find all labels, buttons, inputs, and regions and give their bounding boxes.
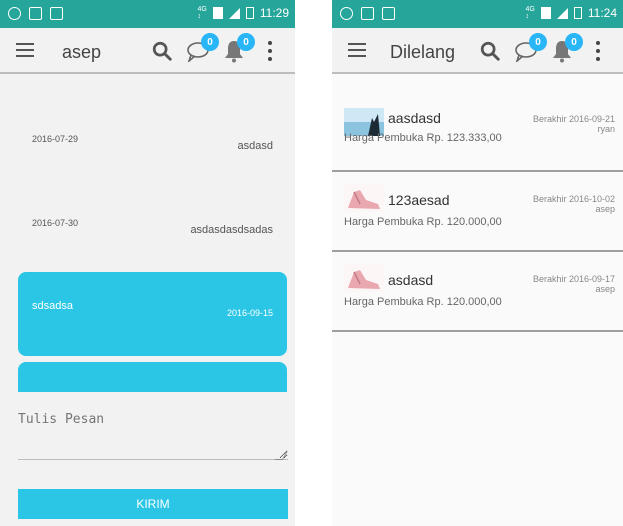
menu-icon[interactable] — [16, 43, 34, 57]
message-date: 2016-09-15 — [226, 308, 273, 318]
item-seller: asep — [595, 204, 615, 214]
message-text: asdasdasdsadas — [190, 224, 273, 236]
message-text: asdasd — [237, 140, 273, 152]
app-bar: Dilelang 0 0 — [332, 28, 623, 74]
page-title: Dilelang — [390, 42, 456, 62]
message-date: 2016-07-30 — [32, 218, 79, 228]
send-button[interactable]: KIRIM — [18, 489, 288, 519]
item-price: Harga Pembuka Rp. 120.000,00 — [344, 296, 502, 308]
compose-area: KIRIM — [0, 392, 295, 526]
notification-badge: 0 — [565, 33, 583, 51]
message-input[interactable] — [18, 412, 288, 460]
chat-badge: 0 — [201, 33, 219, 51]
app-notification-icon — [29, 7, 42, 20]
app-bar: asep 0 0 — [0, 28, 295, 74]
sim-icon — [540, 7, 551, 19]
more-button[interactable] — [255, 35, 285, 67]
status-time: 11:24 — [587, 6, 617, 20]
status-time: 11:29 — [259, 6, 289, 20]
image-notification-icon — [382, 7, 395, 20]
item-end-date: Berakhir 2016-10-02 asep — [533, 194, 615, 214]
message-item-mine: sdsadsa 2016-09-15 — [18, 272, 287, 356]
item-thumbnail-shoe — [344, 264, 384, 292]
auction-list: aasdasd Harga Pembuka Rp. 123.333,00 Ber… — [332, 76, 623, 332]
signal-icon — [228, 7, 240, 19]
message-text: sdsadsa — [32, 300, 73, 312]
battery-icon — [245, 7, 254, 19]
whatsapp-icon — [8, 7, 21, 20]
list-item[interactable]: aasdasd Harga Pembuka Rp. 123.333,00 Ber… — [332, 76, 623, 172]
image-notification-icon — [50, 7, 63, 20]
item-thumbnail-shoe — [344, 184, 384, 212]
more-button[interactable] — [583, 35, 613, 67]
chat-button[interactable]: 0 — [183, 33, 219, 67]
message-item-mine-partial — [18, 362, 287, 392]
item-end-date: Berakhir 2016-09-17 asep — [533, 274, 615, 294]
chat-badge: 0 — [529, 33, 547, 51]
list-item[interactable]: 123aesad Harga Pembuka Rp. 120.000,00 Be… — [332, 172, 623, 252]
more-vert-icon — [595, 41, 601, 61]
signal-icon — [556, 7, 568, 19]
auction-list-screen: 4G ↕ 11:24 Dilelang 0 0 aasdasd Harga Pe… — [332, 0, 623, 526]
sim-icon — [212, 7, 223, 19]
item-price: Harga Pembuka Rp. 123.333,00 — [344, 132, 502, 144]
search-icon — [480, 41, 500, 61]
search-button[interactable] — [147, 35, 177, 67]
item-end-label: Berakhir 2016-09-21 — [532, 114, 615, 124]
notification-button[interactable]: 0 — [547, 33, 583, 67]
more-vert-icon — [267, 41, 273, 61]
item-end-label: Berakhir 2016-09-17 — [532, 274, 615, 284]
message-item: 2016-07-30 asdasdasdsadas — [18, 210, 287, 250]
app-notification-icon — [361, 7, 374, 20]
search-button[interactable] — [475, 35, 505, 67]
lte-icon: 4G ↕ — [197, 6, 207, 20]
message-date: 2016-07-29 — [32, 134, 79, 144]
item-seller: asep — [595, 284, 615, 294]
item-end-date: Berakhir 2016-09-21 ryan — [533, 114, 615, 134]
chat-button[interactable]: 0 — [511, 33, 547, 67]
search-icon — [152, 41, 172, 61]
item-name: 123aesad — [388, 192, 450, 208]
item-name: aasdasd — [388, 110, 441, 126]
page-title: asep — [62, 42, 102, 62]
whatsapp-icon — [340, 7, 353, 20]
notification-button[interactable]: 0 — [219, 33, 255, 67]
item-price: Harga Pembuka Rp. 120.000,00 — [344, 216, 502, 228]
lte-icon: 4G ↕ — [525, 6, 535, 20]
status-bar: 4G ↕ 11:29 — [0, 0, 295, 28]
item-name: asdasd — [388, 272, 434, 288]
item-seller: ryan — [597, 124, 615, 134]
status-bar: 4G ↕ 11:24 — [332, 0, 623, 28]
menu-icon[interactable] — [348, 43, 366, 57]
battery-icon — [573, 7, 582, 19]
notification-badge: 0 — [237, 33, 255, 51]
list-item[interactable]: asdasd Harga Pembuka Rp. 120.000,00 Bera… — [332, 252, 623, 332]
message-item: 2016-07-29 asdasd — [18, 126, 287, 166]
message-list[interactable]: 2016-07-29 asdasd 2016-07-30 asdasdasdsa… — [0, 76, 295, 392]
chat-screen: 4G ↕ 11:29 asep 0 0 2016-07-29 asdasd 20… — [0, 0, 295, 526]
item-end-label: Berakhir 2016-10-02 — [532, 194, 615, 204]
